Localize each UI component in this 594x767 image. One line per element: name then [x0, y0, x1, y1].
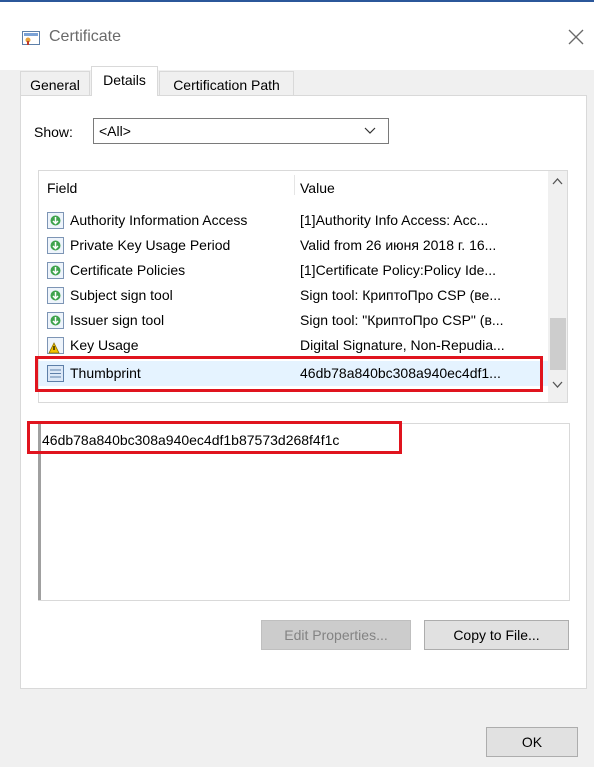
show-dropdown-value: <All> [99, 123, 131, 139]
field-name: Key Usage [70, 337, 139, 353]
field-value: Sign tool: "КриптоПро CSP" (в... [300, 312, 504, 328]
scroll-down-icon[interactable] [552, 381, 563, 389]
tab-details[interactable]: Details [91, 66, 158, 96]
field-name: Subject sign tool [70, 287, 173, 303]
chevron-down-icon [364, 127, 376, 134]
field-name: Private Key Usage Period [70, 237, 231, 253]
column-header-value[interactable]: Value [300, 180, 335, 196]
field-name: Authority Information Access [70, 212, 248, 228]
window-title: Certificate [49, 28, 122, 45]
cert-field-icon [47, 262, 64, 279]
list-scrollbar[interactable] [548, 171, 567, 402]
tab-certification-path[interactable]: Certification Path [159, 71, 294, 98]
list-row-subject-sign-tool[interactable]: Subject sign tool Sign tool: КриптоПро C… [39, 283, 549, 308]
title-bar: Certificate [0, 2, 594, 70]
show-dropdown[interactable]: <All> [93, 118, 389, 144]
edit-properties-button[interactable]: Edit Properties... [261, 620, 411, 650]
scrollbar-thumb[interactable] [550, 318, 566, 370]
cert-field-icon [47, 212, 64, 229]
show-label: Show: [34, 124, 73, 140]
field-name: Issuer sign tool [70, 312, 165, 328]
list-row-private-key-usage-period[interactable]: Private Key Usage Period Valid from 26 и… [39, 233, 549, 258]
list-row-certificate-policies[interactable]: Certificate Policies [1]Certificate Poli… [39, 258, 549, 283]
list-row-authority-info-access[interactable]: Authority Information Access [1]Authorit… [39, 208, 549, 233]
scroll-up-icon[interactable] [552, 177, 563, 185]
field-value: Sign tool: КриптоПро CSP (ве... [300, 287, 501, 303]
field-value: [1]Certificate Policy:Policy Ide... [300, 262, 497, 278]
warning-icon [47, 337, 64, 354]
certificate-icon [22, 31, 40, 45]
field-name: Certificate Policies [70, 262, 186, 278]
annotation-highlight-thumbprint-row [35, 356, 543, 392]
field-value: Valid from 26 июня 2018 г. 16... [300, 237, 497, 253]
tab-general[interactable]: General [20, 71, 90, 98]
cert-field-icon [47, 237, 64, 254]
certificate-window: Certificate General Details Certificatio… [0, 0, 594, 767]
header-divider[interactable] [294, 175, 295, 195]
list-row-issuer-sign-tool[interactable]: Issuer sign tool Sign tool: "КриптоПро C… [39, 308, 549, 333]
field-value: Digital Signature, Non-Repudia... [300, 337, 505, 353]
field-value: [1]Authority Info Access: Acc... [300, 212, 489, 228]
column-header-field[interactable]: Field [47, 180, 77, 196]
cert-field-icon [47, 312, 64, 329]
list-header: Field Value [39, 171, 544, 199]
ok-button[interactable]: OK [486, 727, 578, 757]
list-row-key-usage[interactable]: Key Usage Digital Signature, Non-Repudia… [39, 333, 549, 358]
annotation-highlight-thumbprint-value [27, 421, 402, 454]
copy-to-file-button[interactable]: Copy to File... [424, 620, 569, 650]
cert-field-icon [47, 287, 64, 304]
close-icon[interactable] [563, 24, 589, 50]
